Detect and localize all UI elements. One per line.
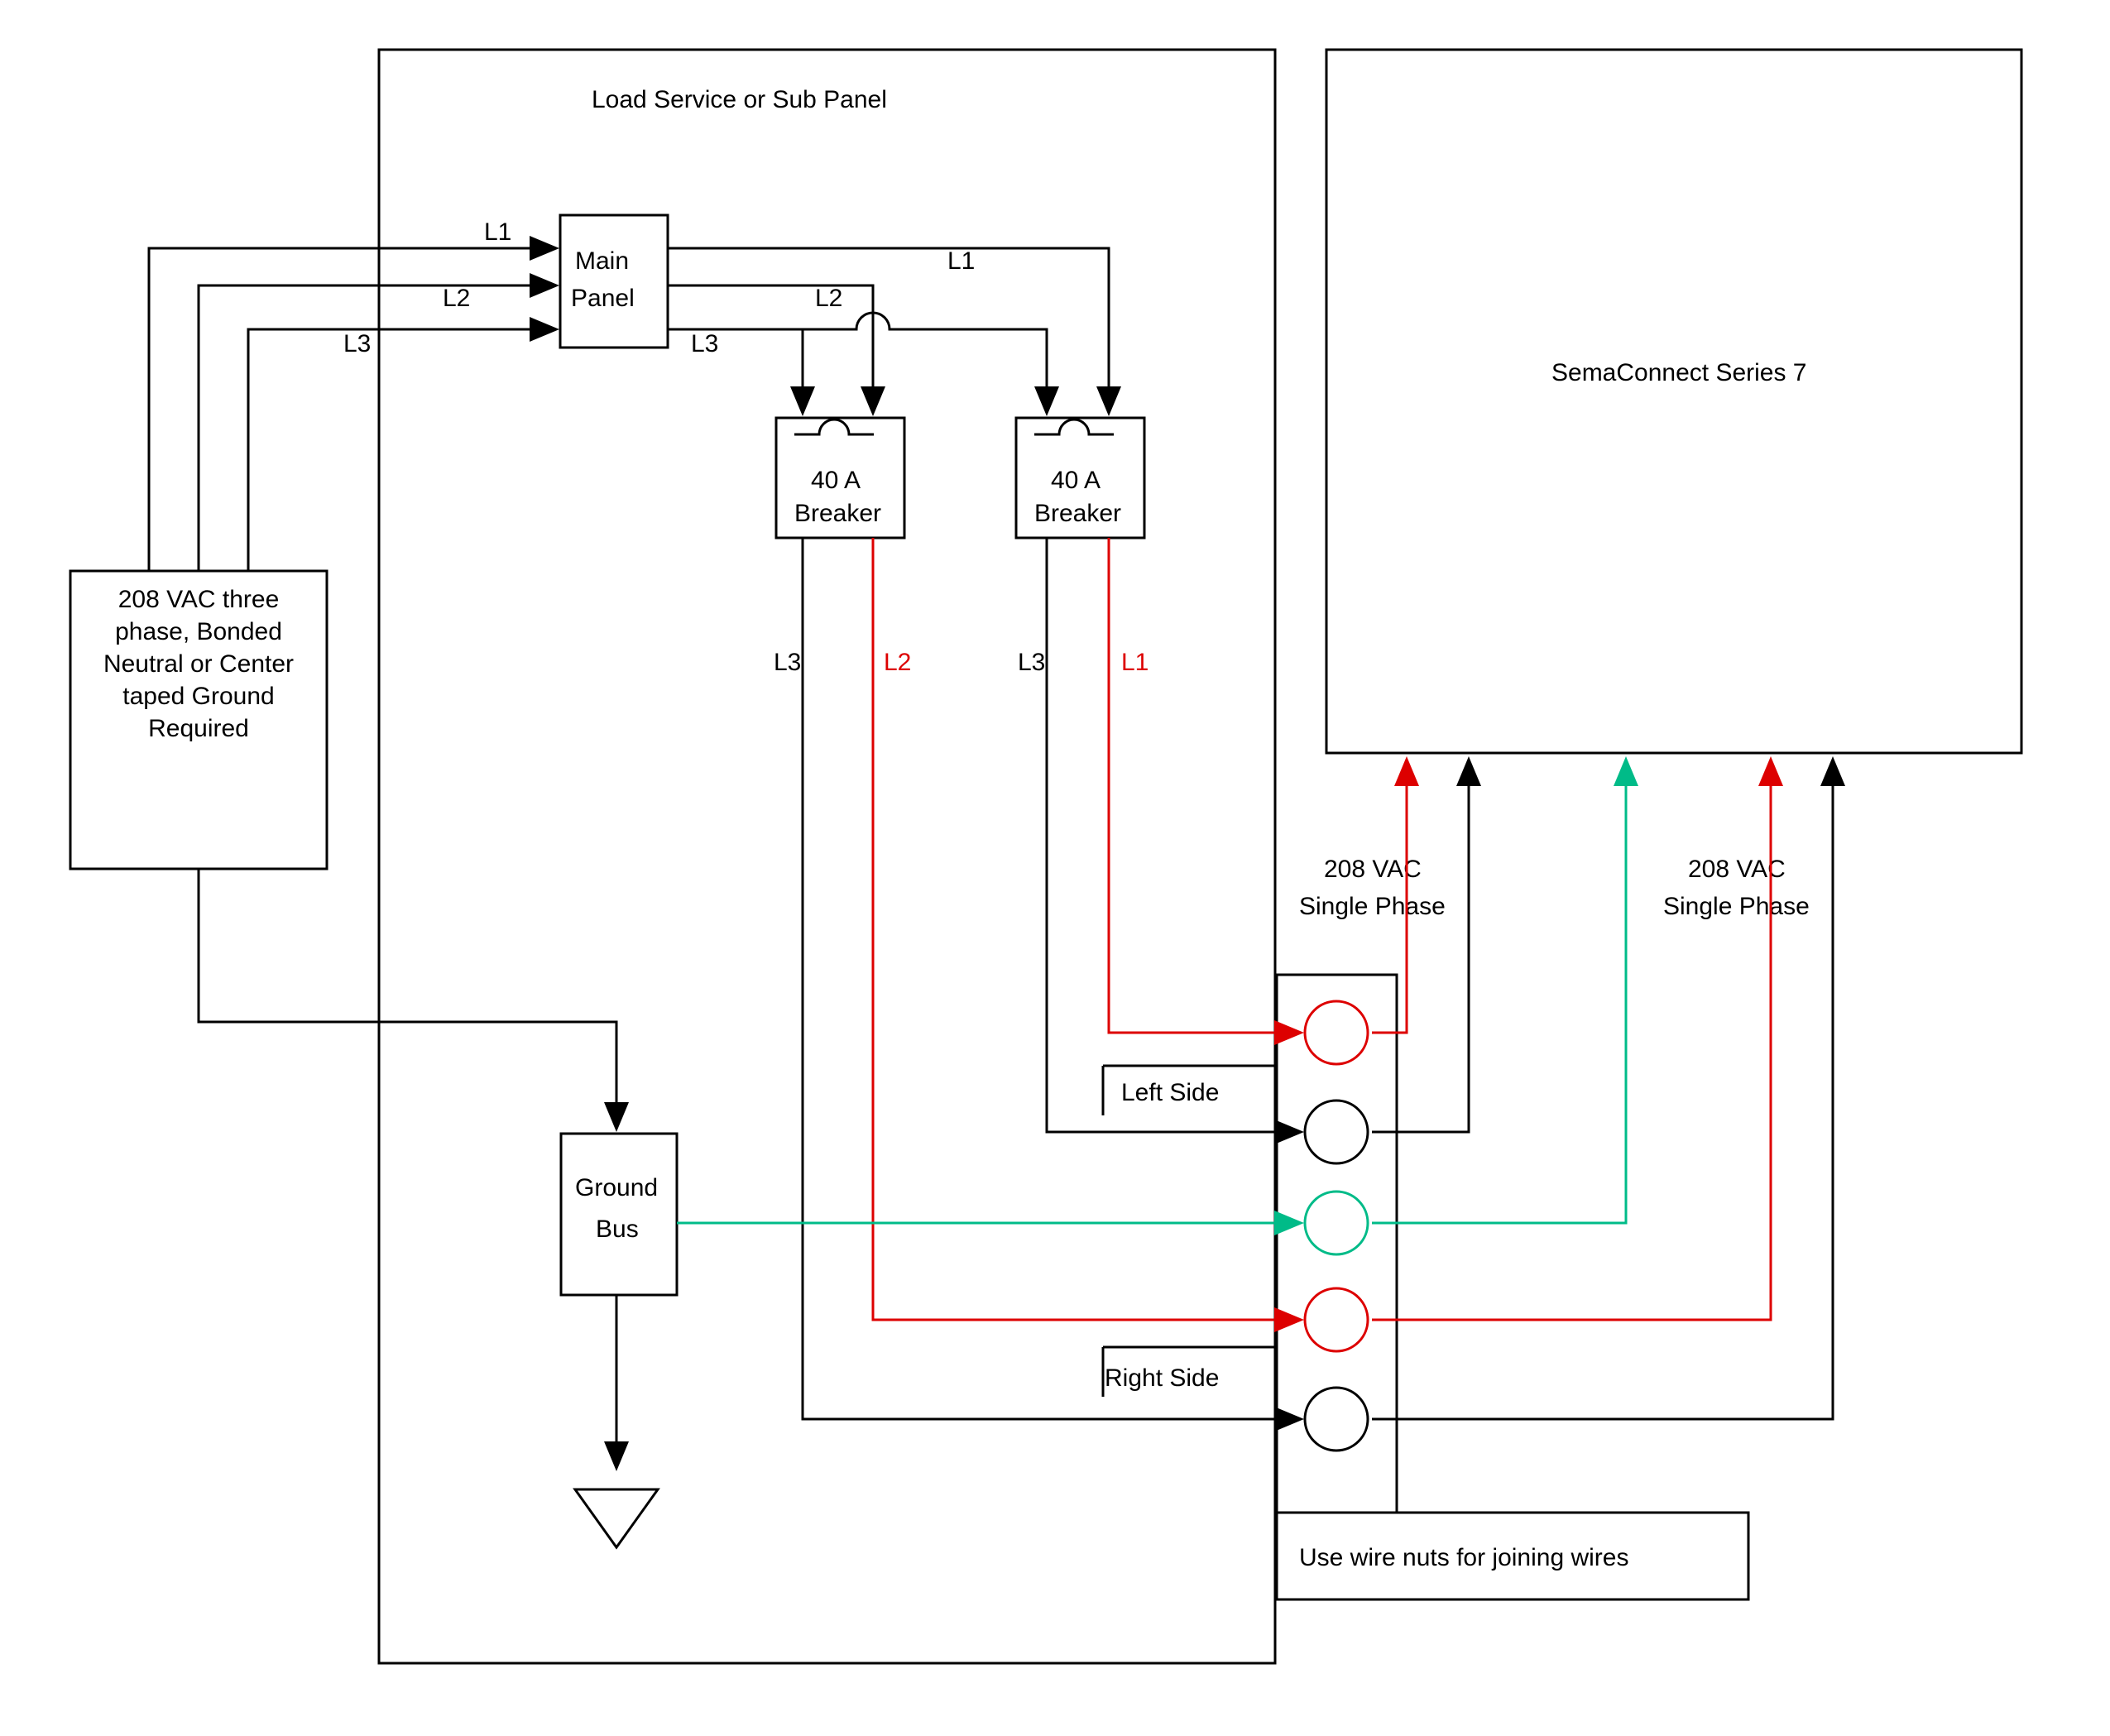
main-panel-box bbox=[560, 215, 668, 348]
breaker-1-amps: 40 A bbox=[811, 467, 861, 494]
sema-box bbox=[1326, 50, 2021, 753]
src-l3-label: L3 bbox=[343, 330, 371, 357]
breaker-2-amps: 40 A bbox=[1051, 467, 1101, 494]
b1-l2-label: L2 bbox=[884, 649, 911, 676]
b2-l3-label: L3 bbox=[1018, 649, 1045, 676]
breaker-2-label: Breaker bbox=[1034, 500, 1121, 527]
ground-bus-label-1: Ground bbox=[575, 1174, 658, 1201]
src-l1-label: L1 bbox=[484, 218, 511, 246]
j3-sema-wire bbox=[1372, 761, 1626, 1223]
right-side-label: Right Side bbox=[1105, 1364, 1219, 1392]
source-label: 208 VAC three phase, Bonded Neutral or C… bbox=[79, 583, 319, 745]
wirenuts-label: Use wire nuts for joining wires bbox=[1299, 1544, 1628, 1571]
main-panel-label-1: Main bbox=[575, 247, 629, 275]
breaker-1-label: Breaker bbox=[794, 500, 881, 527]
main-panel-label-2: Panel bbox=[571, 285, 635, 312]
phase-label-2b: Single Phase bbox=[1663, 893, 1810, 920]
ground-bus-box bbox=[561, 1134, 677, 1295]
ground-bus-label-2: Bus bbox=[596, 1216, 639, 1243]
phase-label-1b: Single Phase bbox=[1299, 893, 1446, 920]
mp-l3a-label: L3 bbox=[691, 330, 718, 357]
mp-l2-label: L2 bbox=[815, 285, 842, 312]
left-side-label: Left Side bbox=[1121, 1079, 1219, 1106]
b1-l3-label: L3 bbox=[774, 649, 801, 676]
mp-l1-label: L1 bbox=[947, 247, 975, 275]
j4-sema-wire bbox=[1372, 761, 1771, 1320]
wirenuts-box-outer bbox=[1277, 975, 1397, 1513]
src-l2-label: L2 bbox=[443, 285, 470, 312]
wiring-diagram: Load Service or Sub Panel 208 VAC three … bbox=[0, 0, 2110, 1736]
panel-title: Load Service or Sub Panel bbox=[592, 86, 887, 113]
sema-label: SemaConnect Series 7 bbox=[1551, 359, 1807, 386]
b2-l1-label: L1 bbox=[1121, 649, 1149, 676]
